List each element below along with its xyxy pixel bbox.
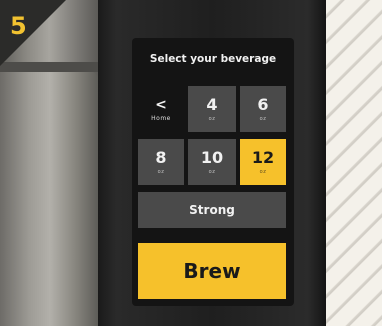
size-button-6oz[interactable]: 6 oz bbox=[240, 86, 286, 132]
strength-button[interactable]: Strong bbox=[138, 192, 286, 228]
size-button-4oz[interactable]: 4 oz bbox=[188, 86, 236, 132]
size-value: 6 bbox=[257, 94, 269, 114]
screen-title: Select your beverage bbox=[149, 53, 277, 65]
size-button-8oz[interactable]: 8 oz bbox=[138, 139, 184, 185]
step-number: 5 bbox=[10, 12, 27, 40]
machine-panel-left bbox=[0, 62, 100, 326]
size-unit: oz bbox=[259, 168, 267, 175]
textured-wall bbox=[320, 0, 382, 326]
size-unit: oz bbox=[259, 115, 267, 122]
size-unit: oz bbox=[208, 168, 216, 175]
size-value: 10 bbox=[200, 147, 224, 167]
size-value: 4 bbox=[206, 94, 218, 114]
chevron-left-icon: < bbox=[155, 96, 167, 113]
home-button[interactable]: < Home bbox=[138, 86, 184, 132]
size-unit: oz bbox=[208, 115, 216, 122]
size-button-10oz[interactable]: 10 oz bbox=[188, 139, 236, 185]
brew-button[interactable]: Brew bbox=[138, 243, 286, 299]
size-value: 12 bbox=[251, 147, 275, 167]
size-value: 8 bbox=[155, 147, 167, 167]
size-button-12oz[interactable]: 12 oz bbox=[240, 139, 286, 185]
size-unit: oz bbox=[157, 168, 165, 175]
home-label: Home bbox=[151, 114, 171, 122]
